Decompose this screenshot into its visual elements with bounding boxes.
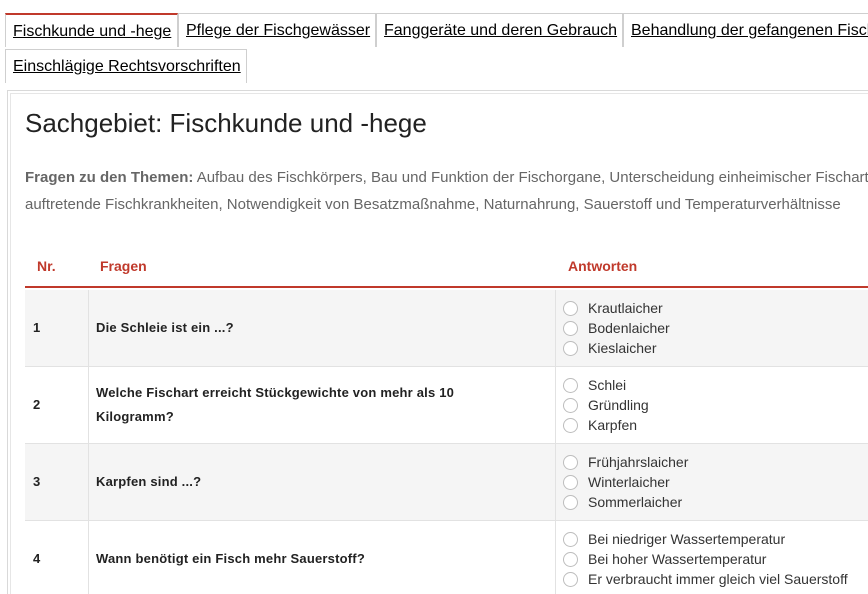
question-text: Wann benötigt ein Fisch mehr Sauerstoff? [96,521,516,594]
content-panel: Sachgebiet: Fischkunde und -hege Fragen … [7,90,868,594]
answer-label: Bei hoher Wassertemperatur [588,551,767,567]
answer-option[interactable]: Karpfen [563,415,868,435]
question-number: 2 [33,397,41,412]
column-divider [555,444,556,520]
question-label: Karpfen sind ...? [96,474,202,489]
answer-options: Bei niedriger Wassertemperatur Bei hoher … [563,529,868,589]
answer-option[interactable]: Bei niedriger Wassertemperatur [563,529,868,549]
tab-fischkunde[interactable]: Fischkunde und -hege [5,13,178,47]
answer-option[interactable]: Gründling [563,395,868,415]
answer-label: Frühjahrslaicher [588,454,689,470]
answer-label: Er verbraucht immer gleich viel Sauersto… [588,571,848,587]
answer-options: Krautlaicher Bodenlaicher Kieslaicher [563,298,868,358]
answer-radio[interactable] [563,474,578,490]
answer-label: Krautlaicher [588,300,663,316]
answer-options: Frühjahrslaicher Winterlaicher Sommerlaich… [563,452,868,512]
question-text: Die Schleie ist ein ...? [96,290,516,366]
answer-radio[interactable] [563,320,578,336]
answer-radio[interactable] [563,300,578,316]
question-text: Karpfen sind ...? [96,444,516,520]
answer-label: Sommerlaicher [588,494,683,510]
column-divider [88,290,89,366]
answer-radio[interactable] [563,531,578,547]
tab-fanggeraete[interactable]: Fanggeräte und deren Gebrauch [376,13,623,47]
table-row: 2 Welche Fischart erreicht Stückgewichte … [25,367,868,444]
question-label: Welche Fischart erreicht Stückgewichte v… [96,385,455,424]
header-nr: Nr. [37,258,56,274]
column-divider [88,367,89,443]
answer-radio[interactable] [563,377,578,393]
question-number: 1 [33,320,41,335]
question-number: 4 [33,551,41,566]
topics-description: Fragen zu den Themen: Aufbau des Fischkö… [25,164,868,218]
answer-label: Winterlaicher [588,474,670,490]
answer-radio[interactable] [563,571,578,587]
answer-option[interactable]: Schlei [563,375,868,395]
content-inner: Sachgebiet: Fischkunde und -hege Fragen … [10,93,868,594]
answer-option[interactable]: Frühjahrslaicher [563,452,868,472]
answer-radio[interactable] [563,417,578,433]
answer-label: Karpfen [588,417,638,433]
table-row: 1 Die Schleie ist ein ...? Krautlaicher Bod… [25,290,868,367]
answer-label: Bodenlaicher [588,320,670,336]
question-label: Die Schleie ist ein ...? [96,320,234,335]
column-divider [88,444,89,520]
column-divider [555,367,556,443]
answer-option[interactable]: Sommerlaicher [563,492,868,512]
question-text: Welche Fischart erreicht Stückgewichte v… [96,367,516,443]
answer-option[interactable]: Bei hoher Wassertemperatur [563,549,868,569]
tab-rechtsvorschriften[interactable]: Einschlägige Rechtsvorschriften [5,49,247,83]
question-label: Wann benötigt ein Fisch mehr Sauerstoff? [96,551,365,566]
answer-radio[interactable] [563,494,578,510]
tab-behandlung-fische[interactable]: Behandlung der gefangenen Fische [623,13,868,47]
answer-label: Gründling [588,397,649,413]
answer-option[interactable]: Bodenlaicher [563,318,868,338]
topics-label: Fragen zu den Themen: [25,169,194,186]
answer-options: Schlei Gründling Karpfen [563,375,868,435]
answer-label: Schlei [588,377,627,393]
answer-radio[interactable] [563,551,578,567]
header-antworten: Antworten [568,258,638,274]
answer-option[interactable]: Kieslaicher [563,338,868,358]
page-title: Sachgebiet: Fischkunde und -hege [25,108,427,138]
answer-radio[interactable] [563,340,578,356]
topics-text-1: Aufbau des Fischkörpers, Bau und Funktio… [196,169,868,186]
answer-option[interactable]: Winterlaicher [563,472,868,492]
answer-option[interactable]: Krautlaicher [563,298,868,318]
header-fragen: Fragen [100,258,147,274]
question-number: 3 [33,474,41,489]
answer-option[interactable]: Er verbraucht immer gleich viel Sauersto… [563,569,868,589]
answer-label: Bei niedriger Wassertemperatur [588,531,786,547]
table-row: 3 Karpfen sind ...? Frühjahrslaicher Winter… [25,444,868,521]
table-header: Nr. Fragen Antworten [25,244,868,288]
column-divider [555,290,556,366]
answer-radio[interactable] [563,397,578,413]
topics-text-2: auftretende Fischkrankheiten, Notwendigk… [25,196,841,213]
answer-radio[interactable] [563,454,578,470]
topics-line-1: Fragen zu den Themen: Aufbau des Fischkö… [25,164,868,191]
column-divider [88,521,89,594]
table-row: 4 Wann benötigt ein Fisch mehr Sauerstoff… [25,521,868,594]
column-divider [555,521,556,594]
answer-label: Kieslaicher [588,340,657,356]
tab-pflege-fischgewaesser[interactable]: Pflege der Fischgewässer [178,13,376,47]
